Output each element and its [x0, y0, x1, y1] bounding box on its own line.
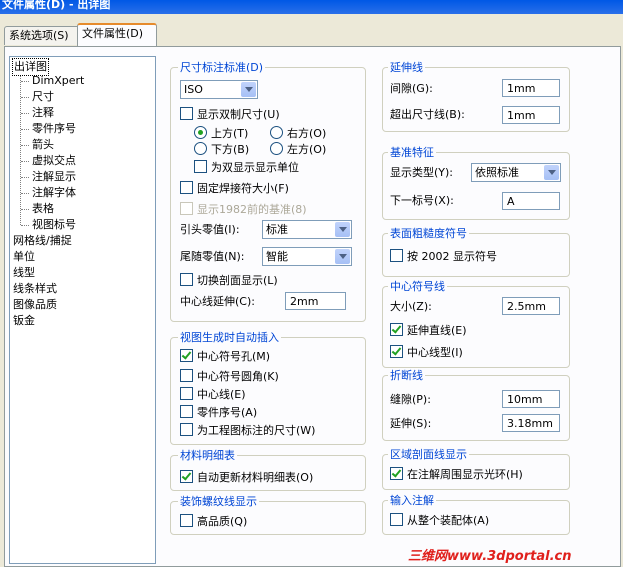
chevron-down-icon: [335, 222, 350, 237]
break-line-title: 折断线: [388, 369, 425, 382]
display-type-label: 显示类型(Y):: [390, 166, 454, 179]
dimension-standard-title: 尺寸标注标准(D): [178, 61, 266, 74]
dual-display-checkbox[interactable]: 显示双制尺寸(U): [180, 107, 280, 121]
gap-input[interactable]: 1mm: [502, 79, 560, 97]
beyond-dimension-label: 超出尺寸线(B):: [390, 108, 465, 121]
radio-top[interactable]: 上方(T): [194, 126, 248, 140]
radio-left[interactable]: 左方(O): [270, 142, 326, 156]
area-hatch-title: 区域剖面线显示: [388, 448, 469, 461]
break-gap-input[interactable]: 10mm: [502, 390, 560, 408]
surface-finish-title: 表面粗糙度符号: [388, 227, 469, 240]
extension-lines-title: 延伸线: [388, 61, 425, 74]
dimensions-marked-checkbox[interactable]: 为工程图标注的尺寸(W): [180, 423, 315, 437]
toggle-section-display-checkbox[interactable]: 切换剖面显示(L): [180, 273, 278, 287]
tree-connector: [20, 73, 21, 225]
tree-item-line-font[interactable]: 线型: [13, 265, 35, 281]
chevron-down-icon: [335, 249, 350, 264]
high-quality-checkbox[interactable]: 高品质(Q): [180, 514, 247, 528]
tree-item-units[interactable]: 单位: [13, 249, 35, 265]
trailing-zero-label: 尾随零值(N):: [180, 250, 245, 263]
options-tree[interactable]: 出详图 DimXpert 尺寸 注释 零件序号 箭头 虚拟交点 注解显示 注解字…: [9, 56, 156, 564]
tree-item-balloons[interactable]: 零件序号: [32, 121, 76, 137]
tree-item-annotation-font[interactable]: 注解字体: [32, 185, 76, 201]
tree-item-notes[interactable]: 注释: [32, 105, 54, 121]
window-title: 文件属性(D) - 出详图: [0, 0, 623, 14]
tab-document-properties[interactable]: 文件属性(D): [77, 23, 157, 46]
radio-bottom[interactable]: 下方(B): [194, 142, 249, 156]
balloons-checkbox[interactable]: 零件序号(A): [180, 405, 257, 419]
center-marks-title: 中心符号线: [388, 280, 447, 293]
chevron-down-icon: [241, 82, 256, 97]
watermark: 三维网www.3dportal.cn: [408, 549, 572, 564]
leading-zero-select[interactable]: 标准: [262, 220, 352, 239]
tab-system-options[interactable]: 系统选项(S): [4, 26, 80, 45]
leading-zero-label: 引头零值(I):: [180, 223, 240, 236]
auto-insert-title: 视图生成时自动插入: [178, 331, 281, 344]
next-label-label: 下一标号(X):: [390, 194, 454, 207]
centerline-extension-input[interactable]: 2mm: [285, 292, 346, 310]
break-extension-input[interactable]: 3.18mm: [502, 414, 560, 432]
import-annotations-title: 输入注解: [388, 494, 436, 507]
tree-item-grid-snap[interactable]: 网格线/捕捉: [13, 233, 72, 249]
tree-item-dimxpert[interactable]: DimXpert: [32, 73, 84, 89]
standard-select[interactable]: ISO: [180, 80, 258, 99]
centerline-extension-label: 中心线延伸(C):: [180, 295, 255, 308]
datum-feature-title: 基准特征: [388, 146, 436, 159]
from-assembly-checkbox[interactable]: 从整个装配体(A): [390, 513, 489, 527]
center-mark-fillets-checkbox[interactable]: 中心符号圆角(K): [180, 369, 279, 383]
fixed-weld-size-checkbox[interactable]: 固定焊接符大小(F): [180, 181, 289, 195]
halo-checkbox[interactable]: 在注解周围显示光环(H): [390, 467, 523, 481]
auto-update-bom-checkbox[interactable]: 自动更新材料明细表(O): [180, 470, 313, 484]
extended-lines-checkbox[interactable]: 延伸直线(E): [390, 323, 467, 337]
centerline-font-checkbox[interactable]: 中心线型(I): [390, 345, 463, 359]
gap-label: 间隙(G):: [390, 82, 433, 95]
display-1982-datum-checkbox: 显示1982前的基准(8): [180, 202, 307, 216]
iso2002-checkbox[interactable]: 按 2002 显示符号: [390, 249, 497, 263]
radio-right[interactable]: 右方(O): [270, 126, 326, 140]
dual-unit-checkbox[interactable]: 为双显示显示单位: [194, 160, 299, 174]
tree-item-dimensions[interactable]: 尺寸: [32, 89, 54, 105]
tab-strip: 系统选项(S) 文件属性(D): [0, 23, 623, 46]
break-extension-label: 延伸(S):: [390, 417, 432, 430]
tree-item-tables[interactable]: 表格: [32, 201, 54, 217]
tree-item-view-labels[interactable]: 视图标号: [32, 217, 76, 233]
tree-item-image-quality[interactable]: 图像品质: [13, 297, 57, 313]
tree-item-virtual-sharps[interactable]: 虚拟交点: [32, 153, 76, 169]
cosmetic-thread-title: 装饰螺纹线显示: [178, 495, 259, 508]
bom-title: 材料明细表: [178, 449, 237, 462]
tree-item-line-style[interactable]: 线条样式: [13, 281, 57, 297]
size-label: 大小(Z):: [390, 300, 432, 313]
trailing-zero-select[interactable]: 智能: [262, 247, 352, 266]
beyond-dimension-input[interactable]: 1mm: [502, 106, 560, 124]
break-gap-label: 缝隙(P):: [390, 393, 431, 406]
tree-item-sheet-metal[interactable]: 钣金: [13, 313, 35, 329]
tree-item-arrows[interactable]: 箭头: [32, 137, 54, 153]
centerlines-checkbox[interactable]: 中心线(E): [180, 387, 246, 401]
display-type-select[interactable]: 依照标准: [471, 163, 561, 182]
next-label-input[interactable]: A: [502, 192, 560, 210]
chevron-down-icon: [544, 165, 559, 180]
tree-item-annotation-display[interactable]: 注解显示: [32, 169, 76, 185]
center-mark-holes-checkbox[interactable]: 中心符号孔(M): [180, 349, 270, 363]
size-input[interactable]: 2.5mm: [502, 297, 560, 315]
